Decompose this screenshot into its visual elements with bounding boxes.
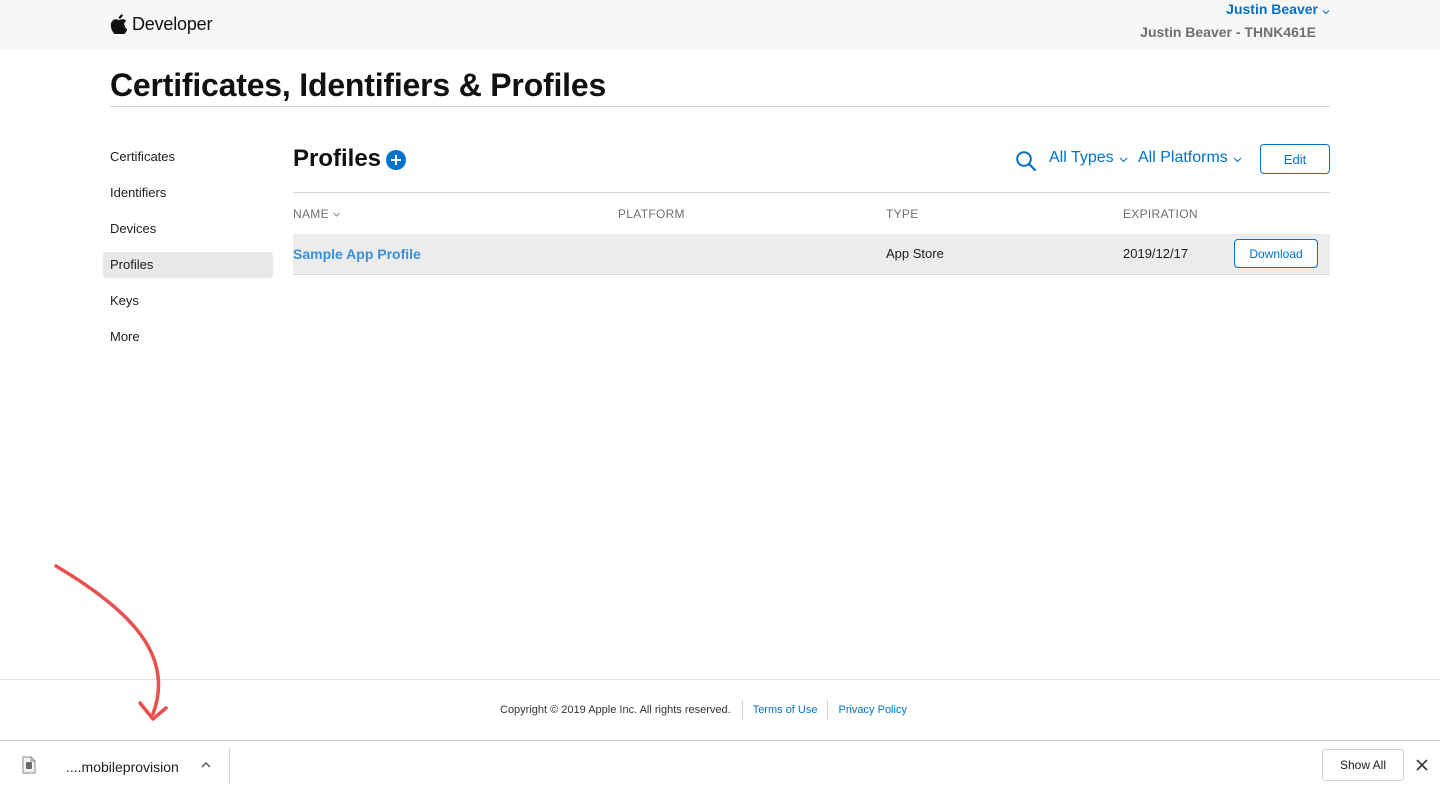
platform-filter-dropdown[interactable]: All Platforms [1138,149,1242,167]
global-header: Developer Justin Beaver Justin Beaver - … [0,0,1440,49]
file-icon[interactable] [22,756,36,774]
footer-divider [0,679,1440,680]
column-header-label: NAME [293,207,329,221]
close-icon[interactable] [1415,758,1429,772]
account-menu[interactable]: Justin Beaver [1226,1,1318,17]
apple-logo-icon [110,14,127,34]
type-filter-label: All Types [1049,149,1114,166]
edit-button[interactable]: Edit [1260,144,1330,174]
sidebar-item-keys[interactable]: Keys [103,288,273,314]
chevron-up-icon[interactable] [200,760,212,770]
team-name: Justin Beaver - THNK461E [1140,24,1316,40]
table-divider [293,192,1330,193]
sidebar-item-certificates[interactable]: Certificates [103,144,273,170]
section-title: Profiles [293,145,382,172]
title-divider [110,106,1330,107]
terms-of-use-link[interactable]: Terms of Use [743,704,828,716]
download-shelf: ....mobileprovision Show All [0,740,1440,789]
sidebar-item-devices[interactable]: Devices [103,216,273,242]
sidebar-item-more[interactable]: More [103,324,273,350]
profile-type: App Store [886,246,944,261]
downloaded-file-name[interactable]: ....mobileprovision [66,759,179,775]
shelf-divider [229,748,230,784]
sidebar-item-identifiers[interactable]: Identifiers [103,180,273,206]
column-header-platform: PLATFORM [618,207,685,221]
column-header-name[interactable]: NAME [293,207,340,221]
type-filter-dropdown[interactable]: All Types [1049,149,1128,167]
page-footer: Copyright © 2019 Apple Inc. All rights r… [500,699,917,721]
column-header-type: TYPE [886,207,919,221]
column-header-expiration: EXPIRATION [1123,207,1198,221]
chevron-down-icon[interactable] [1322,8,1330,16]
search-icon[interactable] [1015,150,1037,172]
chevron-down-icon [1119,157,1127,162]
privacy-policy-link[interactable]: Privacy Policy [828,704,916,716]
show-all-button[interactable]: Show All [1322,749,1404,781]
sidebar-nav: Certificates Identifiers Devices Profile… [103,144,273,360]
download-button[interactable]: Download [1234,239,1318,268]
sort-caret-icon [333,212,340,217]
annotation-arrow [54,564,168,721]
add-icon[interactable] [386,150,406,170]
profile-name-link[interactable]: Sample App Profile [293,234,421,274]
developer-logo[interactable]: Developer [110,11,212,37]
chevron-down-icon [1233,157,1242,162]
page-title: Certificates, Identifiers & Profiles [110,67,607,103]
profile-expiration: 2019/12/17 [1123,246,1189,261]
sidebar-item-profiles[interactable]: Profiles [103,252,273,278]
brand-label: Developer [132,13,213,34]
copyright-text: Copyright © 2019 Apple Inc. All rights r… [500,704,731,716]
table-row[interactable]: Sample App Profile App Store 2019/12/17 … [293,234,1330,275]
platform-filter-label: All Platforms [1138,149,1228,166]
